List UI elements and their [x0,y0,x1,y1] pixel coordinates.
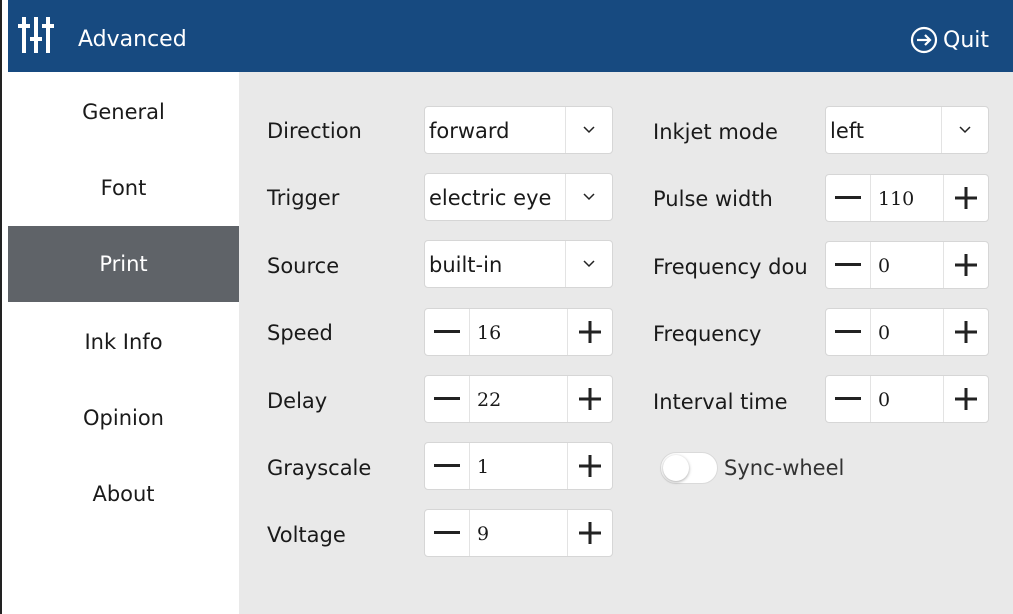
interval-time-label: Interval time [653,390,788,414]
minus-icon [835,397,861,400]
header-bar: Advanced Quit [8,0,1013,72]
sidebar-item-label: Print [99,252,148,276]
delay-value[interactable]: 22 [477,387,501,413]
chevron-down-icon [565,241,612,287]
frequency-stepper: 0 [825,308,989,356]
interval-time-value[interactable]: 0 [878,387,890,413]
pulse-width-decrement-button[interactable] [826,175,871,221]
chevron-down-icon [941,107,988,153]
grayscale-stepper: 1 [424,442,613,490]
sidebar-item-font[interactable]: Font [8,150,239,226]
trigger-label: Trigger [267,186,340,210]
minus-icon [434,464,460,467]
plus-icon [955,388,977,410]
sidebar-item-label: Font [100,176,147,200]
delay-stepper: 22 [424,375,613,423]
pulse-width-value[interactable]: 110 [878,186,914,212]
plus-icon [579,522,601,544]
direction-value: forward [429,119,510,143]
sidebar-item-ink-info[interactable]: Ink Info [8,304,239,380]
direction-select[interactable]: forward [424,106,613,154]
sidebar: General Font Print Ink Info Opinion Abou… [8,72,239,614]
minus-icon [434,397,460,400]
frequency-double-label: Frequency dou [653,255,808,279]
grayscale-increment-button[interactable] [567,443,612,489]
print-settings-panel: Direction Trigger Source Speed Delay Gra… [239,72,1013,614]
frequency-double-decrement-button[interactable] [826,242,871,288]
frequency-label: Frequency [653,322,762,346]
pulse-width-stepper: 110 [825,174,989,222]
speed-decrement-button[interactable] [425,309,470,355]
interval-time-decrement-button[interactable] [826,376,871,422]
minus-icon [835,196,861,199]
minus-icon [434,330,460,333]
interval-time-increment-button[interactable] [943,376,988,422]
speed-stepper: 16 [424,308,613,356]
frequency-double-stepper: 0 [825,241,989,289]
grayscale-label: Grayscale [267,456,372,480]
frequency-double-increment-button[interactable] [943,242,988,288]
voltage-value[interactable]: 9 [477,521,489,547]
voltage-stepper: 9 [424,509,613,557]
delay-label: Delay [267,389,328,413]
sidebar-item-label: About [92,482,155,506]
inkjet-mode-value: left [830,119,865,143]
sync-wheel-toggle[interactable] [660,452,718,484]
exit-icon [910,26,938,54]
quit-button[interactable]: Quit [909,22,989,58]
sidebar-item-label: General [82,100,165,124]
sidebar-item-print[interactable]: Print [8,226,239,302]
window-edge [0,0,8,614]
sidebar-item-opinion[interactable]: Opinion [8,380,239,456]
delay-decrement-button[interactable] [425,376,470,422]
inkjet-mode-label: Inkjet mode [653,120,778,144]
chevron-down-icon [565,107,612,153]
app-window: Advanced Quit General Font Print Ink Inf… [8,0,1013,614]
sync-wheel-label: Sync-wheel [724,456,845,480]
trigger-select[interactable]: electric eye [424,173,613,221]
chevron-down-icon [565,174,612,220]
plus-icon [579,321,601,343]
speed-label: Speed [267,321,333,345]
sliders-icon [18,15,54,55]
grayscale-value[interactable]: 1 [477,454,489,480]
sidebar-item-general[interactable]: General [8,74,239,150]
plus-icon [955,187,977,209]
frequency-double-value[interactable]: 0 [878,253,890,279]
frequency-increment-button[interactable] [943,309,988,355]
source-value: built-in [429,253,503,277]
delay-increment-button[interactable] [567,376,612,422]
source-label: Source [267,254,340,278]
page-title: Advanced [78,27,187,52]
inkjet-mode-select[interactable]: left [825,106,989,154]
minus-icon [434,531,460,534]
plus-icon [955,321,977,343]
sidebar-item-label: Ink Info [84,330,163,354]
source-select[interactable]: built-in [424,240,613,288]
direction-label: Direction [267,119,362,143]
plus-icon [955,254,977,276]
sidebar-item-label: Opinion [83,406,164,430]
grayscale-decrement-button[interactable] [425,443,470,489]
frequency-value[interactable]: 0 [878,320,890,346]
minus-icon [835,263,861,266]
quit-label: Quit [943,27,989,53]
speed-increment-button[interactable] [567,309,612,355]
interval-time-stepper: 0 [825,375,989,423]
minus-icon [835,330,861,333]
pulse-width-increment-button[interactable] [943,175,988,221]
pulse-width-label: Pulse width [653,187,773,211]
trigger-value: electric eye [429,186,552,210]
plus-icon [579,388,601,410]
frequency-decrement-button[interactable] [826,309,871,355]
sidebar-item-about[interactable]: About [8,456,239,532]
speed-value[interactable]: 16 [477,320,501,346]
voltage-increment-button[interactable] [567,510,612,556]
toggle-knob [663,455,689,481]
voltage-decrement-button[interactable] [425,510,470,556]
voltage-label: Voltage [267,523,346,547]
plus-icon [579,455,601,477]
